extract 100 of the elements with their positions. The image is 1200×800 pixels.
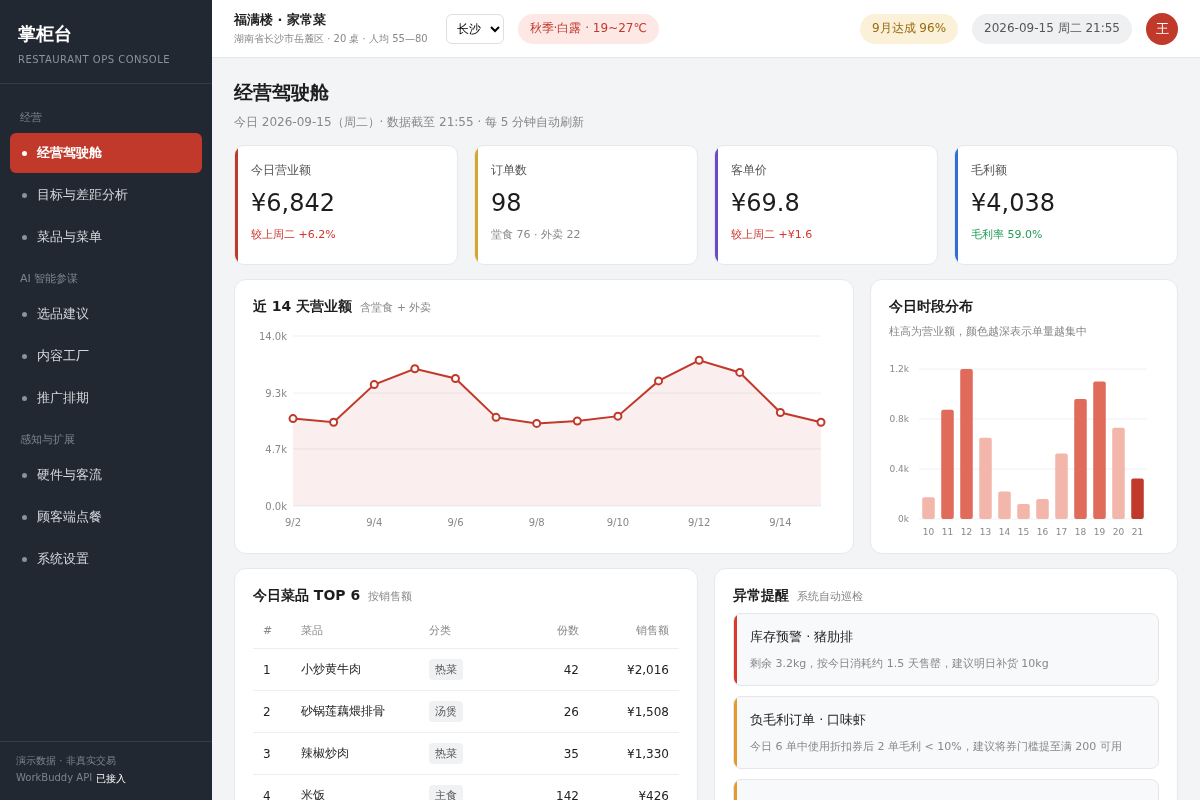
alert-detail: 今日 6 单中使用折扣券后 2 单毛利 < 10%，建议将券门槛提至满 200 可用: [750, 739, 1123, 754]
nav-item-label: 经营驾驶舱: [37, 144, 102, 162]
nav-item[interactable]: 顾客端点餐: [10, 497, 202, 537]
axis-label: 14.0k: [258, 331, 287, 342]
table-cell-text: 35: [562, 746, 579, 761]
data-point: [532, 418, 542, 428]
kpi-value: ¥6,842: [251, 189, 336, 217]
data-point: [816, 417, 826, 427]
bar: [1055, 453, 1068, 519]
bar: [1017, 504, 1030, 519]
table-cell-text: 1: [263, 662, 272, 677]
axis-label: 9/8: [528, 517, 545, 528]
axis-label: 9/2: [284, 517, 302, 528]
column-header: 销售额: [635, 623, 669, 638]
kpi-label: 毛利额: [971, 162, 1008, 179]
nav-item-label: 推广排期: [37, 389, 89, 407]
nav-item[interactable]: 内容工厂: [10, 336, 202, 376]
card-title: 今日时段分布: [889, 298, 974, 316]
kpi-value: ¥4,038: [971, 189, 1056, 217]
nav-section-title: 感知与扩展: [19, 432, 76, 448]
kpi-label: 今日营业额: [251, 162, 312, 179]
table-cell-text: ¥1,330: [626, 746, 669, 761]
nav-item[interactable]: 目标与差距分析: [10, 175, 202, 215]
card-hint: 柱高为营业额，颜色越深表示单量越集中: [889, 324, 1088, 339]
goal-badge: 9月达成 96%: [859, 13, 959, 44]
column-header: 菜品: [301, 623, 324, 638]
kpi-label: 订单数: [491, 162, 528, 179]
data-point: [369, 380, 379, 390]
page-title: 经营驾驶舱: [234, 80, 330, 105]
kpi-note: 较上周二 +¥1.6: [731, 227, 814, 242]
axis-label: 9/12: [687, 517, 711, 528]
axis-label: 16: [1036, 527, 1049, 537]
data-point: [735, 367, 745, 377]
data-point: [613, 411, 623, 421]
bar: [922, 497, 935, 519]
nav-item[interactable]: 经营驾驶舱: [10, 133, 202, 173]
table-cell-text: ¥2,016: [626, 662, 669, 677]
data-point: [329, 417, 339, 427]
nav-item-label: 选品建议: [37, 305, 89, 323]
axis-label: 12: [960, 527, 973, 537]
column-header: 份数: [556, 623, 579, 638]
category-tag: 热菜: [429, 743, 463, 764]
table-cell-text: 142: [555, 788, 579, 800]
data-point: [694, 355, 704, 365]
data-point: [288, 414, 298, 424]
alert-title: 库存预警 · 猪肋排: [750, 628, 855, 646]
table-cell-text: 小炒黄牛肉: [301, 661, 362, 678]
nav-item[interactable]: 菜品与菜单: [10, 217, 202, 257]
axis-label: 17: [1055, 527, 1068, 537]
alert-title: 负毛利订单 · 口味虾: [750, 711, 868, 729]
kpi-value: 98: [491, 189, 523, 217]
datetime-badge: 2026-09-15 周二 21:55: [972, 13, 1132, 44]
brand-name: 掌柜台: [18, 22, 73, 46]
axis-label: 0.4k: [889, 464, 909, 474]
kpi-note: 堂食 76 · 外卖 22: [491, 227, 582, 242]
table-cell-text: ¥426: [637, 788, 669, 800]
data-point: [450, 374, 460, 383]
store-name: 福满楼 · 家常菜: [234, 11, 327, 29]
axis-label: 21: [1131, 527, 1144, 537]
page-subtitle: 今日 2026-09-15（周二）· 数据截至 21:55 · 每 5 分钟自动刷新: [234, 114, 586, 131]
data-point: [775, 408, 785, 417]
bullet-icon: [22, 514, 27, 520]
card-hint: 系统自动巡检: [797, 589, 863, 604]
axis-label: 1.2k: [889, 364, 909, 374]
nav-item-label: 硬件与客流: [37, 466, 102, 484]
category-tag: 汤煲: [429, 701, 463, 722]
card-title: 异常提醒: [733, 587, 789, 605]
brand-tagline: RESTAURANT OPS CONSOLE: [18, 54, 172, 65]
data-point: [654, 376, 664, 386]
nav-item[interactable]: 推广排期: [10, 378, 202, 418]
city-select[interactable]: 长沙: [445, 13, 504, 44]
table-cell-text: 辣椒炒肉: [301, 745, 350, 762]
axis-label: 19: [1093, 527, 1106, 537]
kpi-note: 较上周二 +6.2%: [251, 227, 337, 242]
demo-note: 演示数据 · 非真实交易: [16, 754, 117, 768]
table-cell-text: 42: [562, 662, 579, 677]
nav-item[interactable]: 硬件与客流: [10, 455, 202, 495]
nav-item-label: 菜品与菜单: [37, 228, 102, 246]
axis-label: 9/4: [366, 517, 383, 528]
axis-label: 10: [922, 527, 935, 537]
category-tag: 热菜: [429, 659, 463, 680]
nav-item[interactable]: 选品建议: [10, 294, 202, 334]
user-avatar[interactable]: 王: [1146, 12, 1178, 45]
nav-item-label: 内容工厂: [37, 347, 89, 365]
axis-label: 13: [979, 527, 992, 537]
axis-label: 11: [941, 527, 954, 537]
column-header: 分类: [429, 623, 452, 638]
card-hint: 按销售额: [368, 589, 413, 604]
category-tag: 主食: [429, 785, 463, 800]
kpi-label: 客单价: [731, 162, 768, 179]
nav-item[interactable]: 系统设置: [10, 539, 202, 579]
bullet-icon: [22, 353, 27, 359]
card-hint: 含堂食 + 外卖: [360, 300, 432, 315]
axis-label: 0.8k: [889, 414, 909, 424]
axis-label: 9/10: [606, 517, 630, 528]
table-cell-text: 砂锅莲藕煨排骨: [301, 703, 386, 720]
data-point: [491, 412, 501, 422]
bullet-icon: [22, 192, 27, 198]
bullet-icon: [22, 311, 27, 317]
card-title: 近 14 天营业额: [253, 298, 353, 316]
